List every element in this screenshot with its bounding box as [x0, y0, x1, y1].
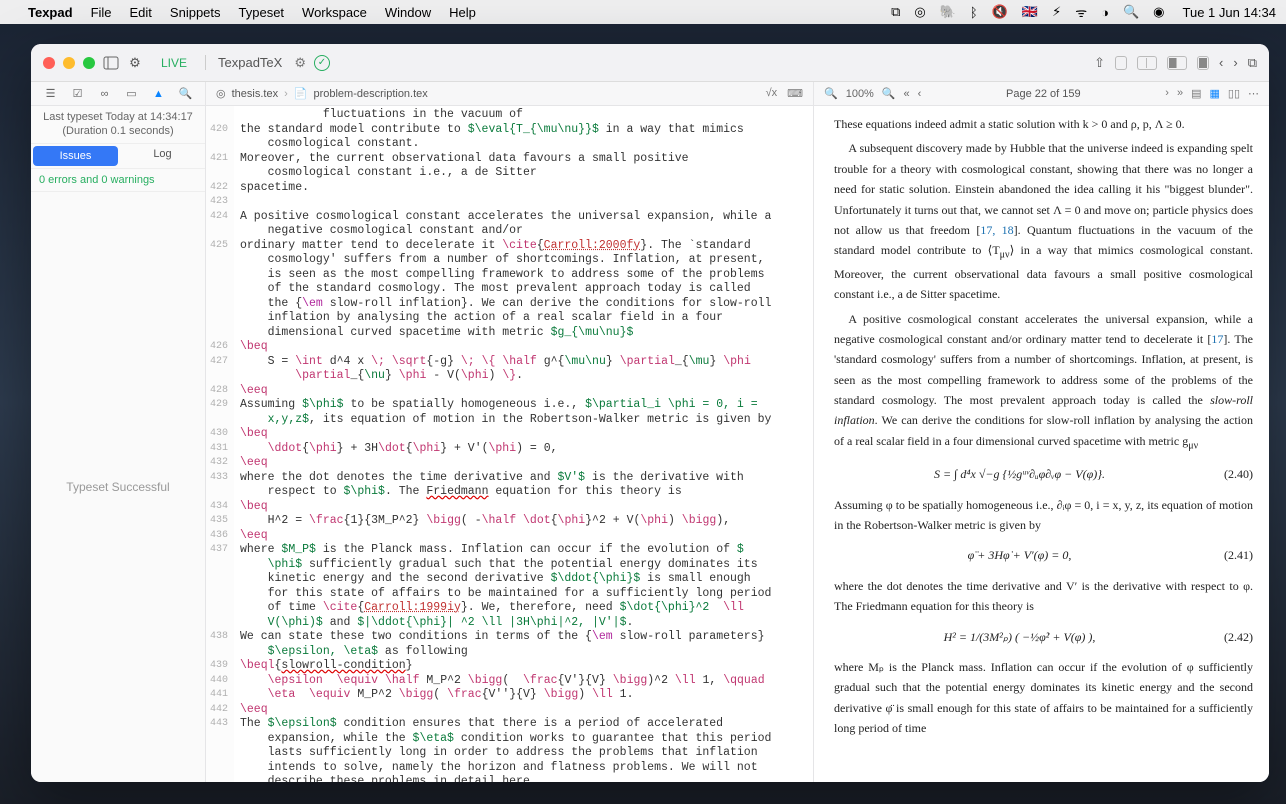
code-area[interactable]: fluctuations in the vacuum ofthe standar… [234, 106, 813, 782]
share-icon[interactable]: ⇧ [1094, 55, 1105, 71]
pdf-preview[interactable]: These equations indeed admit a static so… [814, 106, 1269, 782]
macos-menubar: Texpad File Edit Snippets Typeset Worksp… [0, 0, 1286, 24]
equation: φ̈ + 3Hφ̇ + V′(φ) = 0, (2.41) [834, 545, 1253, 565]
citation-ref[interactable]: 17 [1211, 332, 1223, 346]
target-icon[interactable]: ◎ [216, 87, 226, 100]
equation-number: (2.41) [1205, 545, 1253, 565]
spotlight-icon[interactable]: 🔍 [1123, 4, 1139, 20]
citation-ref[interactable]: 17, 18 [980, 223, 1013, 237]
equation-number: (2.40) [1205, 464, 1253, 484]
preview-para: These equations indeed admit a static so… [834, 114, 1253, 134]
line-number-gutter: 4204214224234244254264274284294304314324… [206, 106, 234, 782]
preview-pause-icon[interactable]: ▯▯ [1228, 87, 1240, 100]
nav-back-icon[interactable]: ‹ [1219, 55, 1223, 70]
zoom-in-icon[interactable]: 🔍 [882, 87, 896, 100]
check-circle-icon[interactable]: ✓ [314, 55, 330, 71]
preview-para: A positive cosmological constant acceler… [834, 309, 1253, 455]
equation: H² = 1/(3M²ₚ) ( −½φ̇² + V(φ) ), (2.42) [834, 627, 1253, 647]
app-name[interactable]: Texpad [28, 5, 73, 20]
titlebar: ⚙︎ LIVE TexpadTeX ⚙ ✓ ⇧ ‹ › ⧉ [31, 44, 1269, 82]
preview-sync-icon[interactable]: ▦ [1209, 87, 1219, 100]
preview-para: where Mₚ is the Planck mass. Inflation c… [834, 657, 1253, 739]
keyboard-icon[interactable]: ⌨ [787, 87, 803, 100]
file-icon: 📄 [294, 87, 308, 100]
collapse-right-icon[interactable]: » [1177, 87, 1183, 100]
sidebar-toggle-icon[interactable] [103, 55, 119, 71]
preview-more-icon[interactable]: ⋯ [1248, 87, 1259, 100]
breadcrumb-file[interactable]: problem-description.tex [313, 88, 427, 100]
menu-typeset[interactable]: Typeset [239, 5, 285, 20]
page-indicator: Page 22 of 159 [929, 88, 1157, 100]
app-window: ⚙︎ LIVE TexpadTeX ⚙ ✓ ⇧ ‹ › ⧉ ☰ ☑ ∞ ▭ ▲ … [31, 44, 1269, 782]
sidebar-mode-selector: ☰ ☑ ∞ ▭ ▲ 🔍 [31, 82, 206, 105]
menu-workspace[interactable]: Workspace [302, 5, 367, 20]
siri-icon[interactable]: ◉ [1153, 4, 1164, 20]
preview-list-icon[interactable]: ▤ [1191, 87, 1201, 100]
menu-snippets[interactable]: Snippets [170, 5, 221, 20]
bluetooth-icon[interactable]: ᛒ [970, 5, 978, 20]
wifi-icon[interactable]: ᯤ [1075, 3, 1087, 21]
input-flag-icon[interactable]: 🇬🇧 [1022, 4, 1038, 20]
error-warning-count: 0 errors and 0 warnings [31, 169, 205, 192]
source-editor[interactable]: 4204214224234244254264274284294304314324… [206, 106, 814, 782]
external-window-icon[interactable]: ⧉ [1248, 55, 1257, 71]
next-page-icon[interactable]: › [1165, 87, 1169, 100]
checkbox-icon[interactable]: ☑ [71, 87, 85, 101]
close-window-button[interactable] [43, 57, 55, 69]
warnings-icon[interactable]: ▲ [152, 87, 166, 101]
tab-issues[interactable]: Issues [33, 146, 118, 166]
zoom-window-button[interactable] [83, 57, 95, 69]
typeset-engine-label[interactable]: TexpadTeX [205, 55, 282, 70]
layout-triple-button[interactable] [1167, 56, 1187, 70]
preview-para: where the dot denotes the time derivativ… [834, 576, 1253, 617]
editor-breadcrumb-bar: ◎ thesis.tex › 📄 problem-description.tex… [206, 82, 814, 105]
folder-icon[interactable]: ▭ [125, 87, 139, 101]
dropbox-icon[interactable]: ⧉ [891, 4, 900, 20]
breadcrumb-root[interactable]: thesis.tex [232, 88, 278, 100]
search-icon[interactable]: 🔍 [179, 87, 193, 101]
zoom-out-icon[interactable]: 🔍 [824, 87, 838, 100]
menu-edit[interactable]: Edit [130, 5, 152, 20]
math-insert-icon[interactable]: √x [766, 87, 778, 100]
menu-help[interactable]: Help [449, 5, 476, 20]
last-typeset-time: Last typeset Today at 14:34:17 [39, 110, 197, 124]
outline-icon[interactable]: ☰ [44, 87, 58, 101]
minimize-window-button[interactable] [63, 57, 75, 69]
breadcrumb-sep: › [284, 88, 288, 100]
menu-window[interactable]: Window [385, 5, 431, 20]
issues-sidebar: Last typeset Today at 14:34:17 (Duration… [31, 106, 206, 782]
preview-para: A subsequent discovery made by Hubble th… [834, 138, 1253, 304]
status-menu-icon[interactable]: ◎ [914, 4, 925, 20]
typeset-duration: (Duration 0.1 seconds) [39, 124, 197, 138]
tab-log[interactable]: Log [120, 144, 205, 168]
control-center-icon[interactable]: ◑ [1101, 5, 1109, 20]
window-controls [43, 57, 95, 69]
sliders-icon[interactable]: ⚙ [294, 55, 306, 71]
preview-para: Assuming φ to be spatially homogeneous i… [834, 495, 1253, 536]
layout-split-button[interactable] [1137, 56, 1157, 70]
link-icon[interactable]: ∞ [98, 87, 112, 101]
evernote-icon[interactable]: 🐘 [940, 4, 956, 20]
menu-file[interactable]: File [91, 5, 112, 20]
equation-number: (2.42) [1205, 627, 1253, 647]
typeset-success-label: Typeset Successful [31, 192, 205, 782]
menubar-clock[interactable]: Tue 1 Jun 14:34 [1183, 5, 1276, 20]
zoom-level[interactable]: 100% [846, 88, 874, 100]
live-typeset-indicator[interactable]: LIVE [161, 56, 187, 70]
prev-page-icon[interactable]: ‹ [918, 88, 922, 100]
secondary-toolbar: ☰ ☑ ∞ ▭ ▲ 🔍 ◎ thesis.tex › 📄 problem-des… [31, 82, 1269, 106]
preview-toolbar: 🔍 100% 🔍 « ‹ Page 22 of 159 › » ▤ ▦ ▯▯ ⋯ [814, 82, 1269, 105]
layout-single-button[interactable] [1115, 56, 1127, 70]
nav-forward-icon[interactable]: › [1233, 55, 1237, 70]
equation: S = ∫ d⁴x √−g {½gᵘᵛ∂ᵤφ∂ᵥφ − V(φ)}. (2.40… [834, 464, 1253, 484]
layout-full-button[interactable] [1197, 56, 1209, 70]
battery-icon[interactable]: ⚡︎ [1052, 4, 1061, 20]
collapse-left-icon[interactable]: « [904, 88, 910, 100]
main-body: Last typeset Today at 14:34:17 (Duration… [31, 106, 1269, 782]
mute-icon[interactable]: 🔇 [992, 4, 1008, 20]
settings-gear-icon[interactable]: ⚙︎ [127, 55, 143, 71]
